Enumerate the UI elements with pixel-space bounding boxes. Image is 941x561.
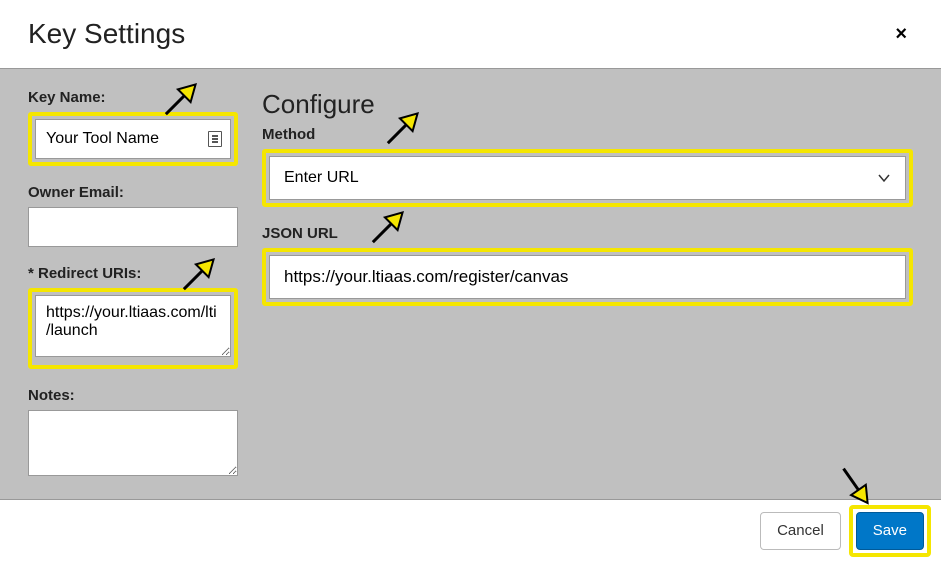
method-label: Method — [262, 126, 913, 143]
cancel-button[interactable]: Cancel — [760, 512, 841, 550]
json-url-input[interactable] — [269, 255, 906, 299]
notes-input[interactable] — [28, 410, 238, 476]
json-url-label: JSON URL — [262, 225, 913, 242]
redirect-uris-input[interactable] — [35, 295, 231, 357]
left-column: Key Name: Owner Email: * Redirect URIs: — [28, 89, 238, 481]
json-url-highlight — [262, 248, 913, 306]
autofill-icon — [208, 131, 222, 147]
method-highlight: Enter URL — [262, 149, 913, 207]
right-column: Configure Method Enter URL — [262, 89, 913, 481]
method-select[interactable]: Enter URL — [269, 156, 906, 200]
method-value: Enter URL — [284, 169, 359, 187]
close-icon[interactable]: × — [889, 24, 913, 44]
owner-email-label: Owner Email: — [28, 184, 238, 201]
save-highlight: Save — [849, 505, 931, 557]
redirect-uris-group: * Redirect URIs: — [28, 265, 238, 369]
owner-email-group: Owner Email: — [28, 184, 238, 247]
redirect-uris-highlight — [28, 288, 238, 369]
save-button[interactable]: Save — [856, 512, 924, 550]
chevron-down-icon — [877, 171, 891, 185]
owner-email-input[interactable] — [28, 207, 238, 247]
key-name-input[interactable] — [35, 119, 231, 159]
dialog-footer: Cancel Save — [0, 499, 941, 561]
key-name-group: Key Name: — [28, 89, 238, 166]
dialog-title: Key Settings — [28, 18, 185, 50]
method-group: Method Enter URL — [262, 126, 913, 207]
json-url-group: JSON URL — [262, 225, 913, 306]
dialog-header: Key Settings × — [0, 0, 941, 69]
key-name-highlight — [28, 112, 238, 166]
key-name-label: Key Name: — [28, 89, 238, 106]
redirect-uris-label: * Redirect URIs: — [28, 265, 238, 282]
notes-label: Notes: — [28, 387, 238, 404]
configure-title: Configure — [262, 89, 913, 120]
notes-group: Notes: — [28, 387, 238, 481]
dialog-body: Key Name: Owner Email: * Redirect URIs: — [0, 69, 941, 511]
